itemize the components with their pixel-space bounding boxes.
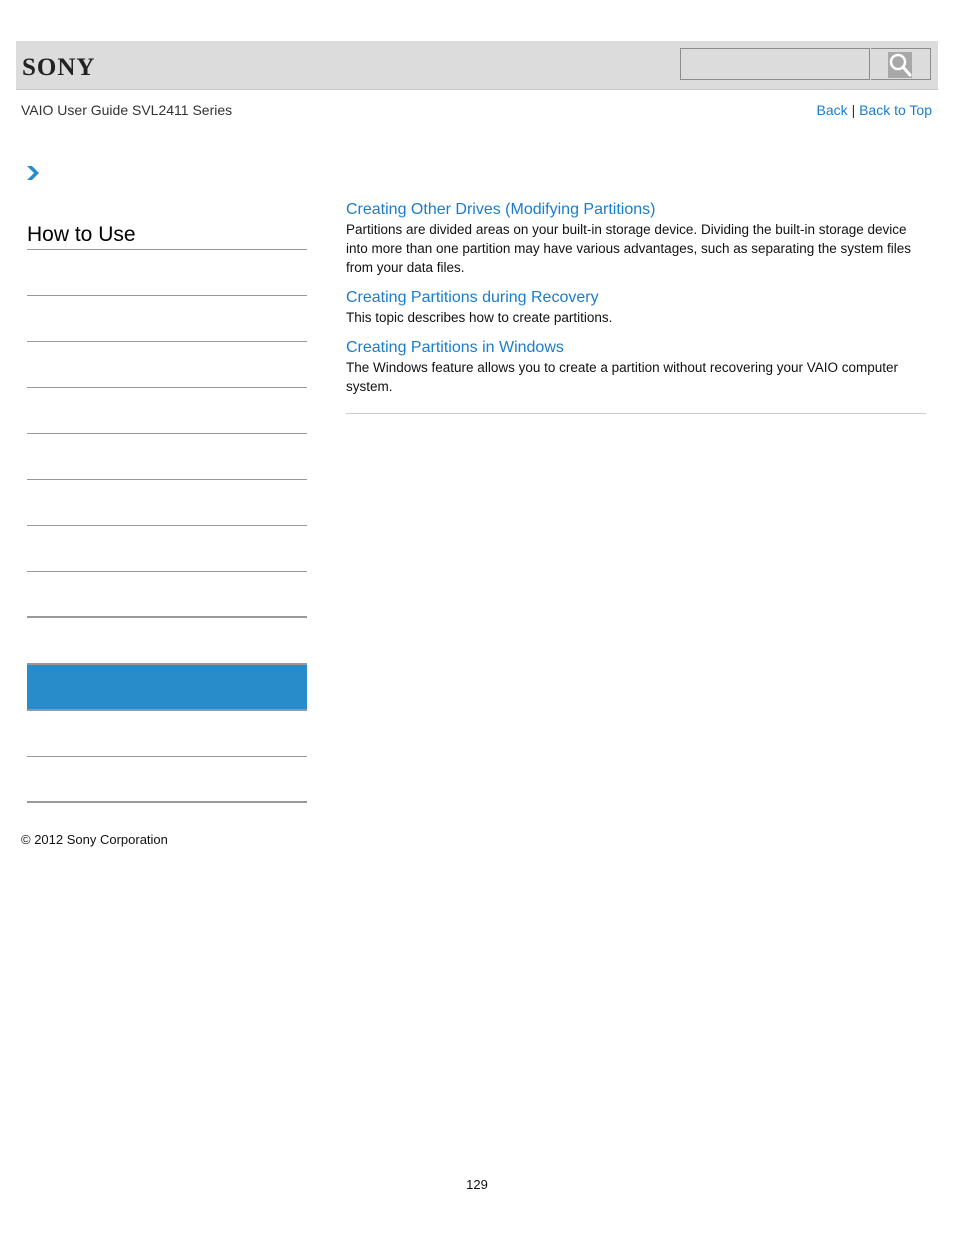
sidebar-item[interactable] (27, 711, 307, 757)
header-bar: SONY (16, 41, 938, 90)
back-to-top-link[interactable]: Back to Top (859, 102, 932, 118)
topic-list: Creating Other Drives (Modifying Partiti… (346, 200, 926, 414)
sidebar-item[interactable] (27, 388, 307, 434)
sidebar-item[interactable] (27, 342, 307, 388)
back-link[interactable]: Back (817, 102, 848, 118)
search-button[interactable] (871, 48, 931, 80)
topic-link[interactable]: Creating Partitions during Recovery (346, 288, 926, 307)
sidebar-item[interactable] (27, 757, 307, 803)
topic-description: The Windows feature allows you to create… (346, 360, 899, 394)
topic-item: Creating Other Drives (Modifying Partiti… (346, 200, 926, 277)
link-separator: | (851, 102, 856, 118)
content-divider (346, 413, 926, 414)
sidebar-item[interactable] (27, 480, 307, 526)
sidebar-item[interactable] (27, 296, 307, 342)
sidebar-item[interactable] (27, 618, 307, 664)
sony-logo: SONY (22, 54, 96, 81)
search-icon (888, 52, 912, 78)
topic-description: This topic describes how to create parti… (346, 310, 613, 325)
topic-item: Creating Partitions in Windows The Windo… (346, 338, 926, 396)
topic-link[interactable]: Creating Partitions in Windows (346, 338, 926, 357)
sidebar-title: How to Use (27, 220, 307, 250)
topic-description: Partitions are divided areas on your bui… (346, 222, 912, 275)
guide-title: VAIO User Guide SVL2411 Series (21, 102, 233, 118)
top-links: Back | Back to Top (817, 102, 932, 118)
page-number: 129 (466, 1177, 488, 1192)
sidebar-item[interactable] (27, 434, 307, 480)
copyright: © 2012 Sony Corporation (21, 832, 168, 847)
sidebar-item[interactable] (27, 526, 307, 572)
sidebar-item[interactable] (27, 250, 307, 296)
sidebar-item-active[interactable] (27, 664, 307, 711)
chevron-right-icon[interactable] (26, 165, 40, 181)
topic-link[interactable]: Creating Other Drives (Modifying Partiti… (346, 200, 926, 219)
sidebar: How to Use (27, 220, 307, 803)
topic-item: Creating Partitions during Recovery This… (346, 288, 926, 327)
search-input[interactable] (680, 48, 870, 80)
sidebar-item[interactable] (27, 572, 307, 618)
